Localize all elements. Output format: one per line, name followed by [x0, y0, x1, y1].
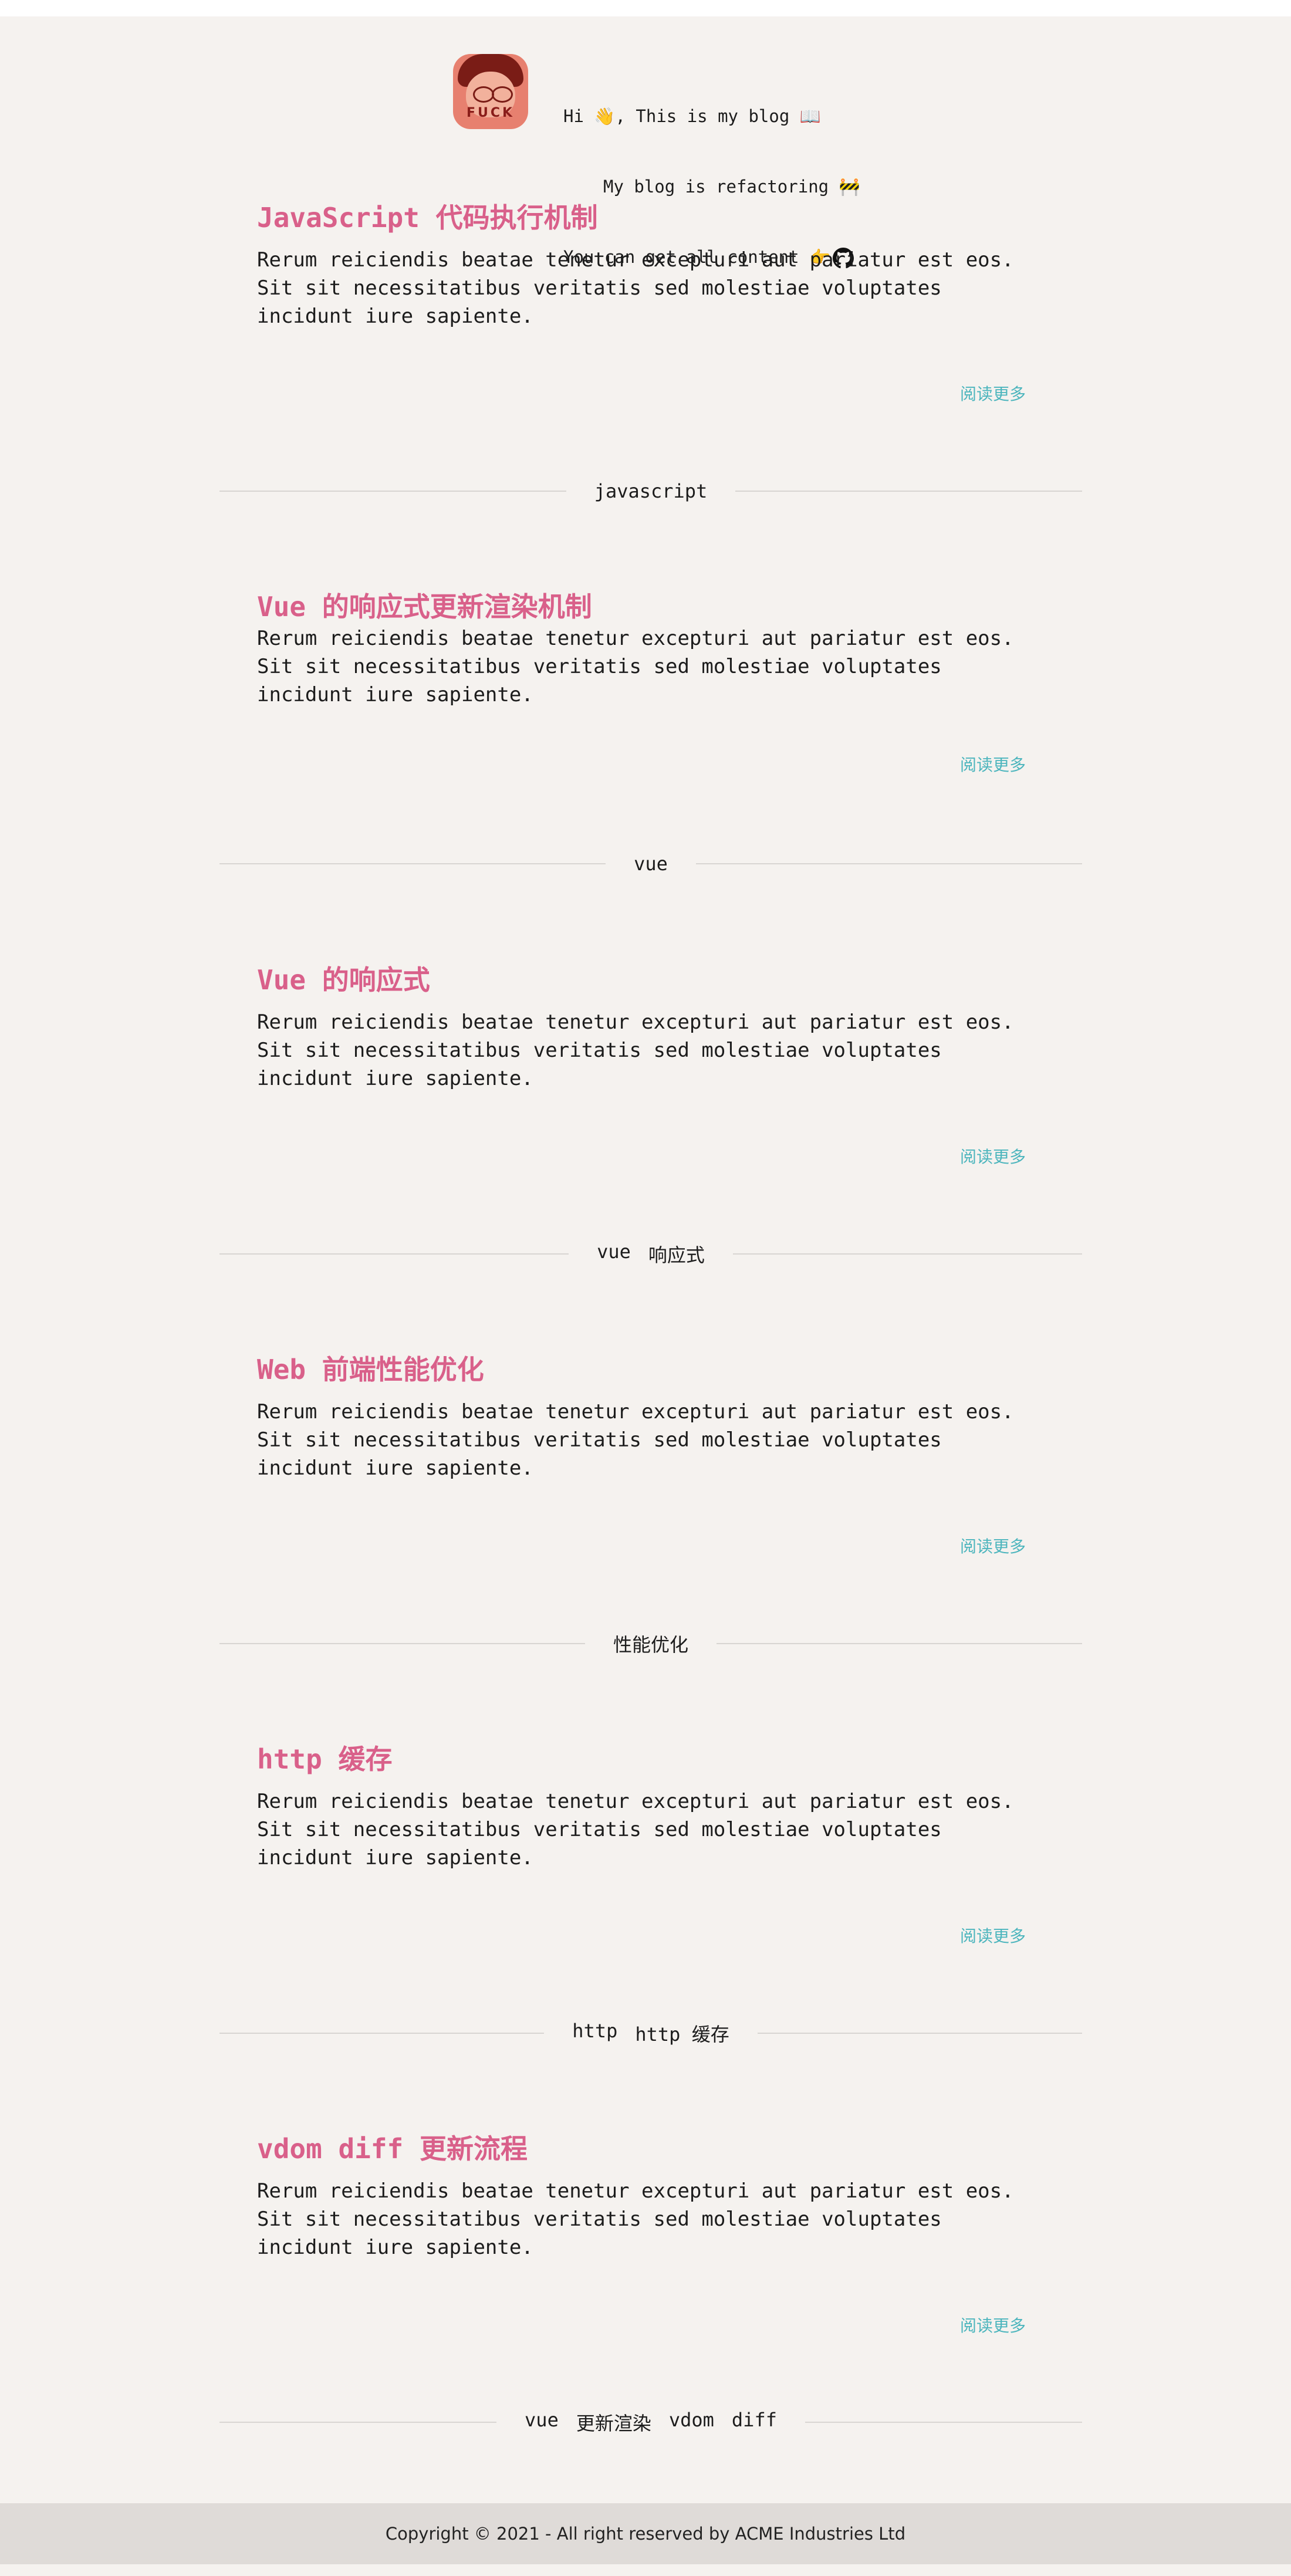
tag[interactable]: 性能优化: [613, 1630, 688, 1657]
intro-line-1: Hi 👋, This is my blog 📖: [563, 106, 821, 126]
post-excerpt: Rerum reiciendis beatae tenetur exceptur…: [257, 2179, 1014, 2259]
read-more-link[interactable]: 阅读更多: [960, 2313, 1026, 2337]
post-title[interactable]: Vue 的响应式更新渲染机制: [257, 586, 1026, 624]
post-title[interactable]: Vue 的响应式: [257, 959, 1026, 998]
tag[interactable]: diff: [732, 2409, 777, 2436]
top-strip: [0, 0, 1291, 16]
tag[interactable]: 更新渲染: [576, 2409, 651, 2436]
tag-row: vue 更新渲染 vdom diff: [219, 2409, 1082, 2436]
tag[interactable]: vdom: [669, 2409, 714, 2436]
divider: [219, 1253, 569, 1255]
read-more-link[interactable]: 阅读更多: [960, 752, 1026, 776]
avatar-text: FUCK: [466, 106, 515, 120]
post-title[interactable]: http 缓存: [257, 1738, 1026, 1777]
avatar: FUCK: [453, 54, 528, 129]
divider: [805, 2422, 1082, 2423]
tag-row: 性能优化: [219, 1630, 1083, 1657]
tag-row: http http 缓存: [219, 2020, 1082, 2047]
divider: [757, 2033, 1082, 2034]
read-more-link[interactable]: 阅读更多: [960, 1534, 1026, 1557]
post-card: http 缓存 Rerum reiciendis beatae tenetur …: [257, 1738, 1026, 1946]
copyright-text: Copyright © 2021 - All right reserved by…: [385, 2524, 906, 2544]
divider: [219, 863, 606, 864]
divider: [695, 863, 1083, 864]
post-card: Vue 的响应式 Rerum reiciendis beatae tenetur…: [257, 959, 1026, 1167]
divider: [219, 2033, 545, 2034]
divider: [219, 491, 566, 492]
divider: [219, 1643, 585, 1644]
post-excerpt: Rerum reiciendis beatae tenetur exceptur…: [257, 1790, 1014, 1870]
divider: [219, 2422, 497, 2423]
tag-row: javascript: [219, 479, 1082, 503]
post-card: JavaScript 代码执行机制 Rerum reiciendis beata…: [257, 197, 1026, 404]
post-title[interactable]: JavaScript 代码执行机制: [257, 197, 1026, 235]
tag[interactable]: vue: [525, 2409, 559, 2436]
post-card: Vue 的响应式更新渲染机制 Rerum reiciendis beatae t…: [257, 586, 1026, 775]
blog-header: FUCK Hi 👋, This is my blog 📖 My blog is …: [0, 53, 1291, 269]
post-excerpt: Rerum reiciendis beatae tenetur exceptur…: [257, 627, 1014, 706]
intro-line-2: My blog is refactoring 🚧: [603, 177, 860, 197]
post-excerpt: Rerum reiciendis beatae tenetur exceptur…: [257, 248, 1014, 328]
tag[interactable]: vue: [597, 1240, 631, 1267]
tag[interactable]: javascript: [594, 480, 708, 502]
post-excerpt: Rerum reiciendis beatae tenetur exceptur…: [257, 1010, 1014, 1090]
read-more-link[interactable]: 阅读更多: [960, 381, 1026, 405]
tag-row: vue: [219, 852, 1083, 875]
divider: [717, 1643, 1083, 1644]
tag[interactable]: http 缓存: [635, 2020, 729, 2047]
post-card: Web 前端性能优化 Rerum reiciendis beatae tenet…: [257, 1348, 1026, 1556]
footer: Copyright © 2021 - All right reserved by…: [0, 2503, 1291, 2564]
tag[interactable]: 响应式: [648, 1240, 705, 1267]
tag[interactable]: http: [572, 2020, 617, 2047]
divider: [732, 1253, 1082, 1255]
read-more-link[interactable]: 阅读更多: [960, 1144, 1026, 1168]
post-card: vdom diff 更新流程 Rerum reiciendis beatae t…: [257, 2128, 1026, 2335]
post-title[interactable]: vdom diff 更新流程: [257, 2128, 1026, 2166]
post-excerpt: Rerum reiciendis beatae tenetur exceptur…: [257, 1400, 1014, 1480]
divider: [735, 491, 1082, 492]
read-more-link[interactable]: 阅读更多: [960, 1923, 1026, 1947]
post-title[interactable]: Web 前端性能优化: [257, 1348, 1026, 1387]
tag[interactable]: vue: [634, 853, 668, 875]
tag-row: vue 响应式: [219, 1240, 1082, 1267]
